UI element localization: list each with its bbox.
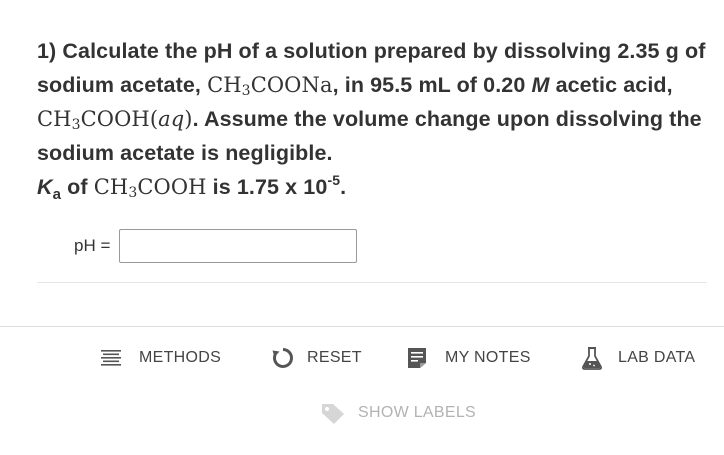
show-labels-label: SHOW LABELS: [358, 404, 477, 421]
formula-subscript: 3: [128, 185, 138, 201]
list-lines-icon: [99, 346, 123, 370]
assignment-page: 1) Calculate the pH of a solution prepar…: [0, 0, 724, 455]
formula-part: CH: [93, 175, 129, 199]
question-text-b: , in 95.5 mL of 0.20: [332, 73, 526, 97]
my-notes-button[interactable]: MY NOTES: [405, 344, 531, 372]
formula-phase: aq: [158, 107, 185, 131]
toolbar: METHODS RESET MY NOTES LAB DATA: [0, 344, 724, 372]
notepad-icon: [405, 346, 429, 370]
flask-icon: [580, 346, 604, 370]
tag-icon: [320, 401, 346, 425]
ka-symbol: Ka: [37, 175, 61, 202]
methods-label: METHODS: [139, 349, 222, 366]
methods-button[interactable]: METHODS: [99, 344, 221, 372]
question-divider: [37, 282, 707, 283]
formula-part: COONa: [250, 73, 333, 97]
ka-subscript: a: [52, 186, 62, 203]
show-labels-button[interactable]: SHOW LABELS: [320, 399, 476, 427]
formula-part: ): [184, 107, 193, 131]
question-text-f: is 1.75 x 10: [212, 175, 328, 199]
ph-label: pH =: [74, 236, 111, 255]
formula-sodium-acetate: CH3COONa: [207, 73, 333, 99]
ka-exponent: -5: [327, 172, 341, 188]
ph-answer-input[interactable]: [119, 229, 358, 263]
question-text: 1) Calculate the pH of a solution prepar…: [37, 34, 707, 204]
lab-data-button[interactable]: LAB DATA: [580, 344, 695, 372]
formula-part: COOH(: [80, 107, 159, 131]
question-text-c: acetic acid,: [555, 73, 673, 97]
formula-ka-acid: CH3COOH: [93, 175, 207, 201]
answer-row: pH =: [74, 227, 358, 265]
question-text-e: of: [67, 175, 88, 199]
ka-letter: K: [37, 175, 53, 199]
question-number: 1): [37, 39, 57, 63]
formula-part: CH: [207, 73, 242, 97]
reset-label: RESET: [307, 349, 362, 366]
toolbar-divider: [0, 326, 724, 327]
formula-acetic-acid: CH3COOH(aq): [37, 107, 193, 133]
formula-subscript: 3: [71, 117, 81, 133]
molarity-symbol: M: [531, 73, 550, 97]
circular-arrow-icon: [271, 346, 295, 370]
lab-data-label: LAB DATA: [618, 349, 696, 366]
question-text-g: .: [340, 175, 347, 199]
my-notes-label: MY NOTES: [445, 349, 531, 366]
formula-subscript: 3: [241, 83, 251, 99]
formula-part: COOH: [137, 175, 207, 199]
formula-part: CH: [37, 107, 72, 131]
reset-button[interactable]: RESET: [271, 344, 362, 372]
